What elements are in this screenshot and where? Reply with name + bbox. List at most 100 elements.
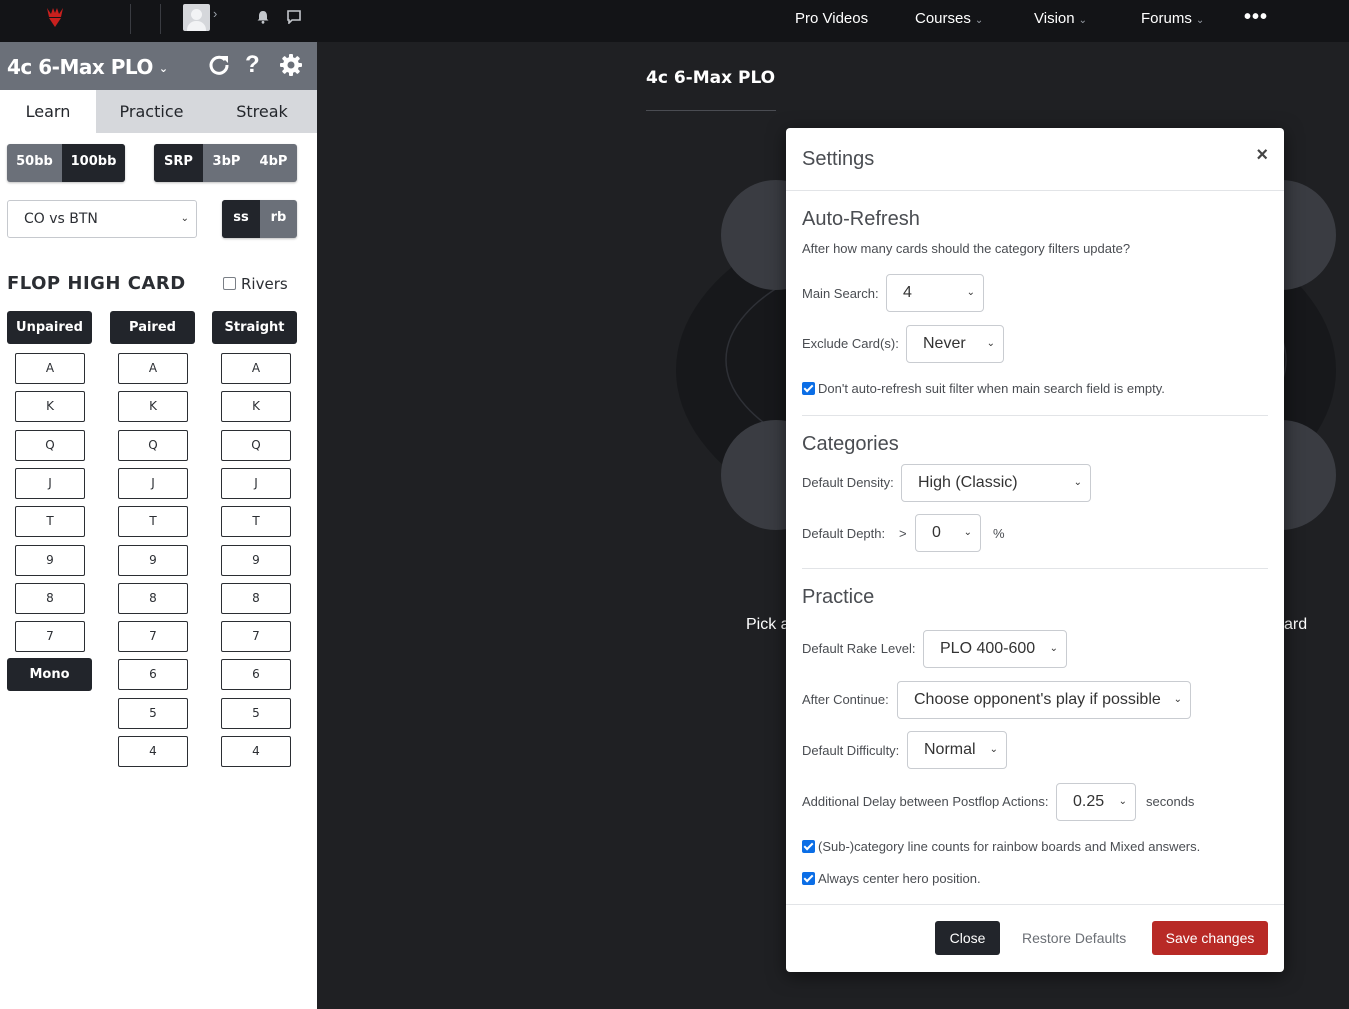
- practice-heading: Practice: [802, 586, 875, 608]
- tab-practice[interactable]: Practice: [96, 90, 207, 133]
- card-button[interactable]: 4: [118, 736, 188, 767]
- matchup-select[interactable]: CO vs BTN ⌄: [7, 200, 197, 238]
- nav-divider: [130, 4, 131, 34]
- card-button[interactable]: 8: [118, 582, 188, 614]
- after-continue-select[interactable]: Choose opponent's play if possible ⌄: [897, 681, 1191, 719]
- chevron-down-icon: ⌄: [986, 338, 995, 349]
- pick-prompt-text-end: ard: [1284, 616, 1308, 633]
- card-button[interactable]: Q: [221, 429, 291, 461]
- card-button[interactable]: 6: [221, 659, 291, 691]
- help-icon[interactable]: ?: [245, 51, 260, 79]
- card-button[interactable]: Q: [118, 429, 188, 461]
- checkbox-checked-icon[interactable]: [802, 840, 815, 853]
- pot-3bp-button[interactable]: 3bP: [203, 144, 250, 182]
- card-button[interactable]: A: [221, 353, 291, 384]
- mode-tabs: Learn Practice Streak: [0, 90, 317, 133]
- tab-learn[interactable]: Learn: [0, 90, 96, 133]
- pot-4bp-button[interactable]: 4bP: [250, 144, 297, 182]
- chevron-down-icon: ⌄: [1195, 15, 1205, 26]
- pot-srp-button[interactable]: SRP: [154, 144, 203, 182]
- main-search-select[interactable]: 4 ⌄: [886, 274, 984, 312]
- card-button[interactable]: A: [118, 353, 188, 384]
- rivers-checkbox[interactable]: Rivers: [223, 275, 288, 293]
- stack-100bb-button[interactable]: 100bb: [62, 144, 125, 182]
- game-selector[interactable]: 4c 6-Max PLO ⌄: [7, 55, 168, 79]
- close-button[interactable]: Close: [935, 921, 1000, 955]
- default-difficulty-select[interactable]: Normal ⌄: [907, 731, 1007, 769]
- card-button[interactable]: 4: [221, 736, 291, 767]
- paired-header-button[interactable]: Paired: [110, 311, 195, 344]
- straight-header-button[interactable]: Straight: [212, 311, 297, 344]
- card-button[interactable]: J: [15, 467, 85, 499]
- chevron-down-icon: ⌄: [989, 744, 998, 755]
- page-title: 4c 6-Max PLO: [646, 68, 776, 88]
- nav-pro-videos[interactable]: Pro Videos: [795, 10, 868, 27]
- unpaired-header-button[interactable]: Unpaired: [7, 311, 92, 344]
- center-hero-checkbox[interactable]: Always center hero position.: [802, 871, 981, 886]
- stack-depth-toggle: 50bb 100bb: [7, 144, 125, 182]
- depth-prefix: >: [899, 526, 907, 541]
- default-depth-select[interactable]: 0 ⌄: [915, 514, 981, 552]
- categories-heading: Categories: [802, 433, 899, 455]
- depth-suffix: %: [993, 526, 1005, 541]
- card-button[interactable]: K: [15, 391, 85, 423]
- save-changes-button[interactable]: Save changes: [1152, 921, 1268, 955]
- card-button[interactable]: 6: [118, 659, 188, 691]
- exclude-cards-select[interactable]: Never ⌄: [906, 325, 1004, 363]
- default-density-label: Default Density:: [802, 475, 894, 490]
- card-button[interactable]: 7: [15, 621, 85, 653]
- default-rake-select[interactable]: PLO 400-600 ⌄: [923, 630, 1067, 668]
- tab-streak[interactable]: Streak: [207, 90, 317, 133]
- chat-icon[interactable]: [287, 10, 301, 24]
- more-menu-icon[interactable]: •••: [1244, 6, 1268, 29]
- stack-50bb-button[interactable]: 50bb: [7, 144, 62, 182]
- card-button[interactable]: T: [15, 506, 85, 538]
- default-density-select[interactable]: High (Classic) ⌄: [901, 464, 1091, 502]
- checkbox-checked-icon[interactable]: [802, 872, 815, 885]
- card-button[interactable]: K: [221, 391, 291, 423]
- mode-rb-button[interactable]: rb: [260, 200, 297, 238]
- pick-prompt-text: Pick a: [746, 616, 790, 633]
- card-button[interactable]: 8: [221, 582, 291, 614]
- mono-button[interactable]: Mono: [7, 658, 92, 691]
- chevron-down-icon: ⌄: [1049, 643, 1058, 654]
- card-button[interactable]: J: [221, 467, 291, 499]
- auto-refresh-heading: Auto-Refresh: [802, 208, 920, 230]
- card-button[interactable]: 7: [118, 621, 188, 653]
- additional-delay-select[interactable]: 0.25 ⌄: [1056, 783, 1136, 821]
- card-button[interactable]: 5: [118, 697, 188, 729]
- mode-ss-button[interactable]: ss: [222, 200, 260, 238]
- bell-icon[interactable]: [256, 10, 270, 24]
- logo-icon[interactable]: [44, 5, 66, 29]
- gear-icon[interactable]: [280, 54, 302, 76]
- checkbox-icon[interactable]: [223, 277, 236, 290]
- suit-filter-checkbox[interactable]: Don't auto-refresh suit filter when main…: [802, 381, 1165, 396]
- line-counts-checkbox[interactable]: (Sub-)category line counts for rainbow b…: [802, 839, 1200, 854]
- modal-title: Settings: [802, 148, 875, 170]
- nav-courses[interactable]: Courses ⌄: [915, 10, 983, 27]
- delay-suffix: seconds: [1146, 794, 1195, 809]
- card-button[interactable]: T: [221, 506, 291, 538]
- refresh-icon[interactable]: [208, 54, 230, 76]
- default-difficulty-label: Default Difficulty:: [802, 743, 900, 758]
- card-button[interactable]: A: [15, 353, 85, 384]
- restore-defaults-button[interactable]: Restore Defaults: [1022, 921, 1126, 955]
- card-button[interactable]: Q: [15, 429, 85, 461]
- card-button[interactable]: 8: [15, 582, 85, 614]
- chevron-down-icon: ⌄: [180, 213, 189, 224]
- close-icon[interactable]: ×: [1256, 144, 1268, 167]
- card-button[interactable]: K: [118, 391, 188, 423]
- card-button[interactable]: 9: [118, 544, 188, 576]
- avatar[interactable]: [183, 4, 210, 31]
- card-button[interactable]: 5: [221, 697, 291, 729]
- nav-forums[interactable]: Forums ⌄: [1141, 10, 1204, 27]
- card-button[interactable]: 9: [221, 544, 291, 576]
- card-button[interactable]: J: [118, 467, 188, 499]
- after-continue-label: After Continue:: [802, 692, 889, 707]
- chevron-right-icon[interactable]: ›: [213, 6, 217, 21]
- card-button[interactable]: 9: [15, 544, 85, 576]
- checkbox-checked-icon[interactable]: [802, 382, 815, 395]
- card-button[interactable]: 7: [221, 621, 291, 653]
- nav-vision[interactable]: Vision ⌄: [1034, 10, 1087, 27]
- card-button[interactable]: T: [118, 506, 188, 538]
